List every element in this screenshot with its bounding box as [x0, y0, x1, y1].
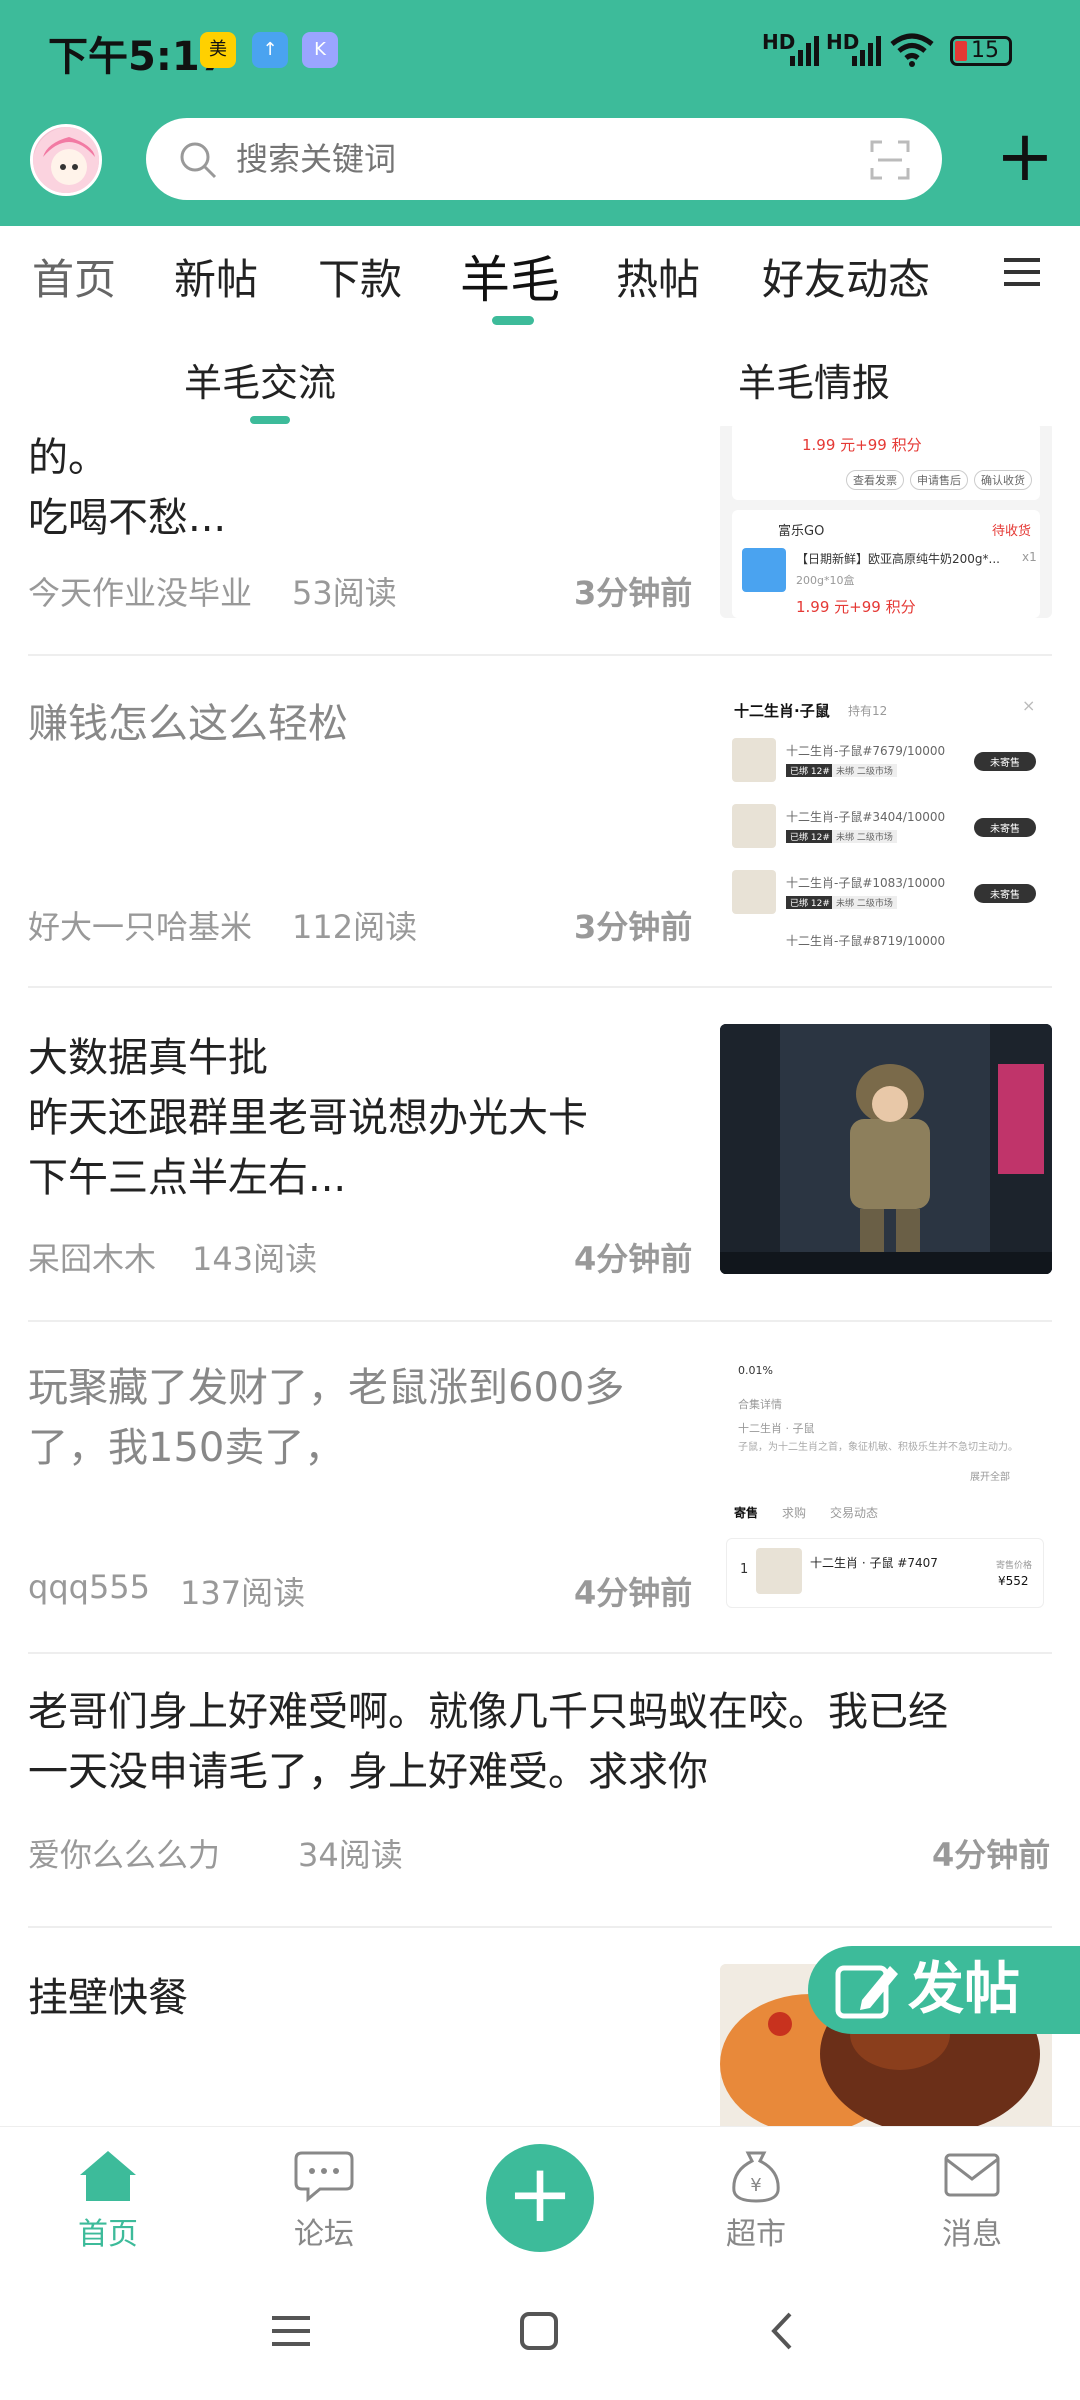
- post-thumbnail: 十二生肖·子鼠 持有12 × 十二生肖-子鼠#7679/10000 已绑 12#…: [720, 690, 1052, 946]
- post-item[interactable]: 的。 吃喝不愁... 今天作业没毕业 53阅读 3分钟前 1.99 元+99 积…: [28, 426, 1052, 646]
- post-thumbnail: 0.01% 合集详情 十二生肖 · 子鼠 子鼠，为十二生肖之首，象征机敏、积极乐…: [720, 1358, 1052, 1612]
- tab-friend-activity[interactable]: 好友动态: [762, 246, 930, 307]
- tab-deals[interactable]: 羊毛: [460, 240, 560, 312]
- divider: [28, 1320, 1052, 1322]
- post-time: 4分钟前: [574, 1240, 693, 1278]
- divider: [28, 1652, 1052, 1654]
- post-reads: 34阅读: [298, 1836, 403, 1874]
- recent-apps-icon[interactable]: [270, 2310, 312, 2352]
- search-icon: [180, 142, 217, 179]
- post-author: 今天作业没毕业: [28, 574, 253, 612]
- post-thumbnail: 1.99 元+99 积分 查看发票 申请售后 确认收货 富乐GO 待收货 【日期…: [720, 426, 1052, 618]
- subtab-deal-discussion[interactable]: 羊毛交流: [184, 352, 336, 407]
- publish-button[interactable]: +: [486, 2144, 594, 2252]
- post-item[interactable]: 玩聚藏了发财了，老鼠涨到600多 了，我150卖了， qqq555 137阅读 …: [28, 1356, 1052, 1636]
- post-reads: 53阅读: [292, 574, 397, 612]
- subtab-deal-news[interactable]: 羊毛情报: [738, 352, 890, 407]
- create-post-label: 发帖: [908, 1957, 1020, 2022]
- home-icon: [80, 2151, 136, 2201]
- upload-icon: ↑: [252, 32, 288, 68]
- system-nav-bar: [0, 2276, 1080, 2400]
- signal-bars-icon: [790, 36, 819, 66]
- active-tab-indicator: [492, 316, 534, 325]
- post-title-line: 老哥们身上好难受啊。就像几千只蚂蚁在咬。我已经: [28, 1689, 948, 1735]
- edit-icon: [835, 1965, 898, 2019]
- tab-new-posts[interactable]: 新帖: [174, 246, 258, 307]
- home-button-icon[interactable]: [518, 2310, 560, 2352]
- user-avatar[interactable]: [30, 124, 102, 196]
- search-input[interactable]: [236, 118, 796, 200]
- wifi-icon: [890, 33, 934, 67]
- category-tabs: 首页 新帖 下款 羊毛 热帖 好友动态: [0, 226, 1080, 336]
- nav-forum[interactable]: 论坛: [264, 2147, 384, 2253]
- mail-icon: [944, 2153, 1000, 2197]
- post-time: 4分钟前: [932, 1836, 1051, 1874]
- post-feed: 的。 吃喝不愁... 今天作业没毕业 53阅读 3分钟前 1.99 元+99 积…: [0, 426, 1080, 2126]
- post-item[interactable]: 大数据真牛批 昨天还跟群里老哥说想办光大卡 下午三点半左右... 呆囧木木 14…: [28, 1022, 1052, 1302]
- menu-icon[interactable]: [1002, 252, 1042, 292]
- money-bag-icon: ¥: [732, 2151, 780, 2203]
- post-author: qqq555: [28, 1568, 151, 1606]
- post-thumbnail: [720, 1024, 1052, 1274]
- game-screenshot-image: [720, 1024, 1052, 1274]
- post-reads: 143阅读: [192, 1240, 318, 1278]
- nav-home[interactable]: 首页: [48, 2147, 168, 2253]
- meituan-icon: 美: [200, 32, 236, 68]
- post-author: 呆囧木木: [28, 1240, 157, 1278]
- divider: [28, 654, 1052, 656]
- battery-indicator: 15: [950, 36, 1012, 66]
- post-time: 3分钟前: [574, 908, 693, 946]
- back-icon[interactable]: [762, 2310, 804, 2352]
- divider: [28, 1926, 1052, 1928]
- post-time: 4分钟前: [574, 1574, 693, 1612]
- post-item[interactable]: 赚钱怎么这么轻松 好大一只哈基米 112阅读 3分钟前 十二生肖·子鼠 持有12…: [28, 680, 1052, 960]
- tab-hot-posts[interactable]: 热帖: [616, 246, 700, 307]
- add-icon[interactable]: +: [990, 121, 1060, 194]
- signal-bars-icon-2: [852, 36, 881, 66]
- post-reads: 112阅读: [292, 908, 418, 946]
- nav-market[interactable]: ¥ 超市: [696, 2147, 816, 2253]
- search-bar[interactable]: [146, 118, 942, 200]
- post-author: 爱你么么么力: [28, 1836, 221, 1874]
- chat-icon: [294, 2151, 354, 2203]
- sub-tabs: 羊毛交流 羊毛情报: [0, 340, 1080, 430]
- k-app-icon: K: [302, 32, 338, 68]
- post-reads: 137阅读: [180, 1574, 306, 1612]
- nav-messages[interactable]: 消息: [912, 2147, 1032, 2253]
- post-author: 好大一只哈基米: [28, 908, 253, 946]
- active-subtab-indicator: [250, 416, 290, 424]
- post-time: 3分钟前: [574, 574, 693, 612]
- divider: [28, 986, 1052, 988]
- scan-icon[interactable]: [870, 140, 910, 180]
- create-post-button[interactable]: 发帖: [808, 1946, 1080, 2034]
- post-title-line: 一天没申请毛了，身上好难受。求求你: [28, 1749, 708, 1795]
- svg-text:¥: ¥: [750, 2175, 761, 2196]
- tab-loans[interactable]: 下款: [318, 246, 402, 307]
- tab-home[interactable]: 首页: [32, 246, 116, 307]
- post-item[interactable]: 老哥们身上好难受啊。就像几千只蚂蚁在咬。我已经 一天没申请毛了，身上好难受。求求…: [28, 1688, 1052, 1908]
- status-bar: 下午5:17 美 ↑ K HD HD 15: [0, 0, 1080, 100]
